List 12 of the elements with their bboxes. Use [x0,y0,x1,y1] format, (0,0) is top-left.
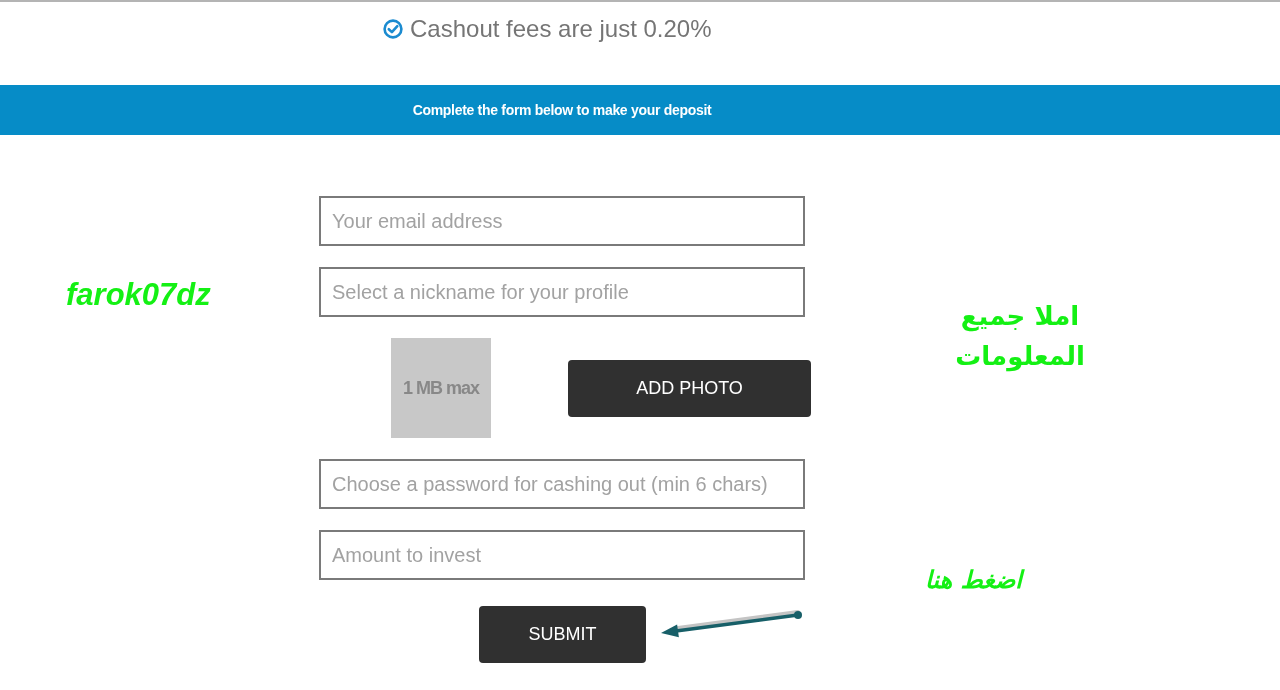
input-field[interactable]: Your email address [319,196,805,246]
submit-button[interactable]: SUBMIT [479,606,646,663]
add-photo-button[interactable]: ADD PHOTO [568,359,811,417]
input-field[interactable]: Select a nickname for your profile [319,267,805,317]
photo-preview: 1 MB max [391,338,491,438]
annotation-note: املا جميع المعلومات [954,300,1086,374]
fees-note: Cashout fees are just 0.20% [410,15,712,43]
input-field[interactable]: Amount to invest [319,530,805,580]
check-circle-icon [383,19,403,39]
input-field[interactable]: Choose a password for cashing out (min 6 chars) [319,459,805,509]
banner-text: Complete the form below to make your deposit [412,102,712,118]
signature-text: farok07dz [66,277,211,313]
